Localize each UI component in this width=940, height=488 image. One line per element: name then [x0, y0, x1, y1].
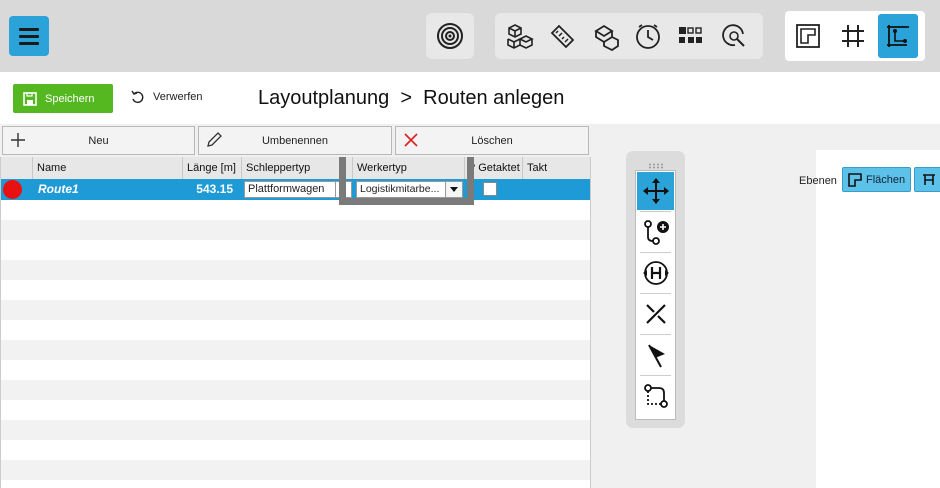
view-plan-button[interactable] [787, 14, 829, 58]
header-length[interactable]: Länge [m] [182, 157, 241, 179]
ruler-icon [550, 24, 575, 49]
move-arrows-icon [642, 178, 669, 204]
radar-button[interactable] [429, 14, 471, 58]
flag-tool[interactable] [637, 336, 674, 374]
clocked-checkbox[interactable] [483, 182, 497, 196]
objects-button[interactable] [498, 14, 540, 58]
table-row-empty [1, 320, 590, 340]
table-row-empty [1, 300, 590, 320]
floorplan-icon [796, 24, 820, 48]
routes-table: Name Länge [m] Schleppertyp Werkertyp Ge… [0, 157, 591, 488]
stop-tool[interactable] [637, 254, 674, 292]
table-row-empty [1, 280, 590, 300]
table-row-empty [1, 200, 590, 220]
radar-group [426, 13, 474, 59]
grid-settings-button[interactable] [670, 14, 712, 58]
clock-icon [636, 24, 660, 49]
rename-label: Umbenennen [261, 134, 329, 147]
undo-icon [131, 90, 144, 104]
add-route-point-tool[interactable] [637, 213, 674, 251]
view-grid-button[interactable] [832, 14, 874, 58]
dot-grid-icon [679, 27, 702, 43]
radar-icon [437, 23, 463, 49]
separator [640, 375, 671, 376]
table-row-empty [1, 380, 590, 400]
move-tool[interactable] [637, 172, 674, 210]
stack-icon [594, 24, 619, 51]
cross-cut-icon [645, 304, 666, 324]
h-stop-icon [642, 261, 669, 285]
tool-palette [626, 151, 685, 428]
hamburger-icon-line [19, 35, 39, 38]
table-row-empty [1, 260, 590, 280]
hamburger-icon [19, 28, 39, 31]
split-tool[interactable] [637, 295, 674, 333]
table-row-empty [1, 400, 590, 420]
grid-icon [842, 25, 864, 47]
layers-label: Ebenen [799, 175, 837, 187]
table-header: Name Länge [m] Schleppertyp Werkertyp Ge… [1, 157, 590, 180]
measure-button[interactable] [541, 14, 583, 58]
table-frame-icon [923, 174, 935, 185]
analysis-button[interactable] [713, 14, 755, 58]
highlight-frame [339, 157, 474, 205]
status-indicator [3, 180, 22, 199]
drag-handle-icon[interactable] [648, 160, 664, 169]
route-name[interactable]: Route1 [38, 179, 79, 200]
table-row-empty [1, 440, 590, 460]
tug-type-select[interactable]: Plattformwagen [244, 181, 352, 198]
header-takt[interactable]: Takt [522, 157, 590, 179]
view-group [785, 11, 925, 61]
discard-button[interactable]: Verwerfen [130, 90, 203, 104]
areas-label: Flächen [866, 173, 906, 186]
table-row-empty [1, 360, 590, 380]
delete-button[interactable]: Löschen [395, 126, 589, 155]
table-row-empty [1, 340, 590, 360]
separator [640, 211, 671, 212]
discard-label: Verwerfen [153, 91, 203, 103]
areas-layer-button[interactable]: Flächen [842, 167, 911, 192]
flag-icon [647, 344, 665, 368]
table-row-empty [1, 240, 590, 260]
route-length: 543.15 [196, 182, 233, 196]
save-label: Speichern [45, 92, 95, 105]
header-tug-type[interactable]: Schleppertyp [241, 157, 352, 179]
layer-button-2[interactable] [914, 167, 940, 192]
table-row[interactable]: Route1 543.15 Plattformwagen Logistikmit… [1, 179, 590, 200]
tug-type-value: Plattformwagen [248, 183, 325, 195]
floorplan-icon [848, 172, 862, 187]
plus-icon [11, 133, 25, 147]
separator [640, 293, 671, 294]
cubes-icon [507, 24, 534, 49]
pencil-icon [207, 132, 222, 147]
save-button[interactable]: Speichern [13, 84, 113, 113]
header-status [1, 157, 32, 179]
table-row-empty [1, 460, 590, 480]
separator [640, 252, 671, 253]
route-frame-icon [887, 25, 909, 47]
route-path-icon [643, 384, 668, 408]
search-cycle-icon [722, 24, 745, 47]
table-row-empty [1, 420, 590, 440]
new-button[interactable]: Neu [2, 126, 195, 155]
rename-button[interactable]: Umbenennen [198, 126, 392, 155]
separator [640, 334, 671, 335]
menu-button[interactable] [9, 16, 49, 56]
hamburger-icon-line [19, 42, 39, 45]
route-add-icon [643, 220, 669, 245]
tool-list [635, 170, 676, 420]
header-name[interactable]: Name [32, 157, 182, 179]
close-icon [404, 133, 418, 147]
new-label: Neu [88, 134, 109, 147]
layers-button[interactable] [584, 14, 626, 58]
tools-group [495, 13, 763, 59]
time-button[interactable] [627, 14, 669, 58]
delete-label: Löschen [471, 134, 513, 147]
floppy-disk-icon [23, 91, 37, 106]
page-title: Layoutplanung > Routen anlegen [258, 87, 565, 109]
route-edit-tool[interactable] [637, 377, 674, 415]
canvas-area[interactable] [816, 150, 940, 488]
table-row-empty [1, 220, 590, 240]
view-route-button[interactable] [878, 14, 918, 58]
